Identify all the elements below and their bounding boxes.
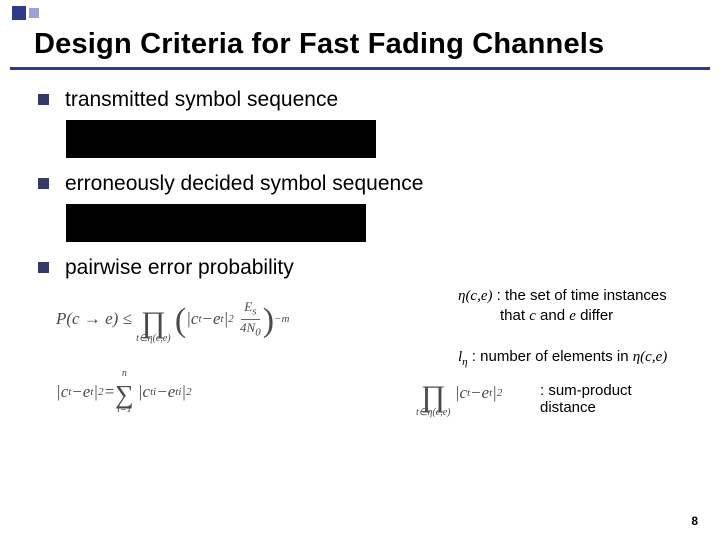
bullet-3: pairwise error probability: [38, 256, 690, 280]
accent-square-dark: [12, 6, 26, 20]
exp-2: 2: [228, 313, 234, 325]
c-t: c: [191, 309, 199, 329]
bullet-2-text: erroneously decided symbol sequence: [65, 172, 423, 196]
page-number: 8: [691, 514, 698, 528]
corner-accent: [12, 6, 39, 20]
pep-inequality: P(c → e) ≤ ∏ t∈η(c,e) ( |ct − et|2 Es 4N…: [56, 290, 289, 348]
redacted-box-1: [66, 120, 376, 158]
es-over-4n0: Es 4N0: [240, 300, 261, 338]
bullet-marker-icon: [38, 94, 49, 105]
sum-product-distance: ∏ t∈η(c,e) |ct − et|2: [416, 368, 502, 418]
bullet-marker-icon: [38, 262, 49, 273]
bullet-1: transmitted symbol sequence: [38, 88, 690, 112]
norm-expansion: |ct − et|2 = n ∑ i=1 |cti − eti|2: [56, 366, 192, 418]
slide-body: transmitted symbol sequence erroneously …: [0, 70, 720, 280]
sum-product-label: : sum-product distance: [540, 382, 690, 416]
eta-ce: η(c,e): [458, 288, 493, 304]
sum-operator: n ∑ i=1: [115, 369, 134, 415]
accent-square-light: [29, 8, 39, 18]
bullet-3-text: pairwise error probability: [65, 256, 294, 280]
eta-definition-note: η(c,e) : the set of time instances that …: [458, 286, 667, 370]
redacted-box-2: [66, 204, 366, 242]
slide-title: Design Criteria for Fast Fading Channels: [34, 28, 686, 61]
equals: =: [104, 382, 115, 402]
exp-neg-m: −m: [274, 313, 289, 325]
e-t: e: [213, 309, 221, 329]
bullet-1-text: transmitted symbol sequence: [65, 88, 338, 112]
bullet-2: erroneously decided symbol sequence: [38, 172, 690, 196]
product-operator: ∏ t∈η(c,e): [136, 294, 171, 344]
pep-lhs: P(c → e) ≤: [56, 309, 132, 329]
bullet-marker-icon: [38, 178, 49, 189]
product-operator-2: ∏ t∈η(c,e): [416, 368, 451, 418]
slide-header: Design Criteria for Fast Fading Channels: [10, 0, 710, 70]
